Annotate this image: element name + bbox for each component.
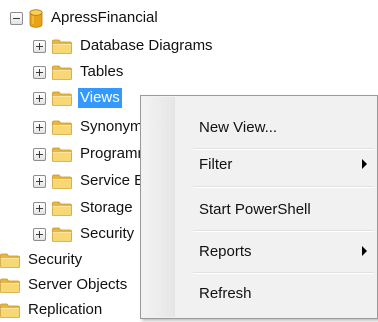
folder-icon [0,278,20,293]
tree-node-label: Tables [80,63,124,80]
menu-separator [193,186,374,188]
folder-icon [52,147,72,162]
folder-icon [52,120,72,135]
expand-icon[interactable] [33,174,46,188]
tree-node-label: Security [80,225,135,242]
collapse-icon[interactable] [10,11,23,25]
context-menu-icon-gutter [142,97,175,317]
tree-node-views[interactable]: Views [33,86,122,110]
menu-item-new-view[interactable]: New View... [199,113,377,141]
menu-item-label: Reports [199,242,252,260]
folder-icon [52,91,72,106]
folder-icon [52,174,72,189]
tree-node-database[interactable]: ApressFinancial [10,6,160,30]
menu-item-label: Start PowerShell [199,200,311,218]
menu-item-label: Filter [199,155,233,173]
expand-icon[interactable] [33,147,46,161]
folder-icon [0,303,20,318]
submenu-arrow-icon [362,159,367,169]
menu-item-reports[interactable]: Reports [199,237,377,265]
tree-node-server-security[interactable]: Security [0,248,84,272]
tree-node-server-objects[interactable]: Server Objects [0,273,129,297]
tree-node-label: Security [28,251,83,268]
expand-icon[interactable] [33,201,46,215]
folder-icon [52,39,72,54]
expand-icon[interactable] [33,91,46,105]
menu-separator [193,230,374,232]
expand-icon[interactable] [33,39,46,53]
menu-item-start-powershell[interactable]: Start PowerShell [199,195,377,223]
tree-node-label: Database Diagrams [80,37,213,54]
tree-node-label-selected: Views [78,88,122,108]
tree-node-label: Replication [28,301,103,318]
menu-item-label: Refresh [199,284,252,302]
tree-node-database-diagrams[interactable]: Database Diagrams [33,34,215,58]
menu-separator [193,272,374,274]
expand-icon[interactable] [33,65,46,79]
folder-icon [52,227,72,242]
expand-icon[interactable] [33,227,46,241]
folder-icon [52,201,72,216]
tree-node-label: ApressFinancial [51,9,158,26]
menu-item-filter[interactable]: Filter [199,150,377,178]
menu-item-refresh[interactable]: Refresh [199,279,377,307]
tree-node-synonyms[interactable]: Synonyms [33,115,152,139]
tree-node-replication[interactable]: Replication [0,298,104,322]
tree-node-db-security[interactable]: Security [33,222,136,246]
expand-icon[interactable] [33,120,46,134]
tree-node-tables[interactable]: Tables [33,60,125,84]
tree-node-storage[interactable]: Storage [33,196,135,220]
menu-item-label: New View... [199,118,278,136]
folder-icon [52,65,72,80]
database-icon [29,8,43,28]
folder-icon [0,253,20,268]
submenu-arrow-icon [362,246,367,256]
tree-node-label: Storage [80,199,133,216]
tree-node-label: Server Objects [28,276,128,293]
context-menu: New View... Filter Start PowerShell Repo… [140,95,378,319]
